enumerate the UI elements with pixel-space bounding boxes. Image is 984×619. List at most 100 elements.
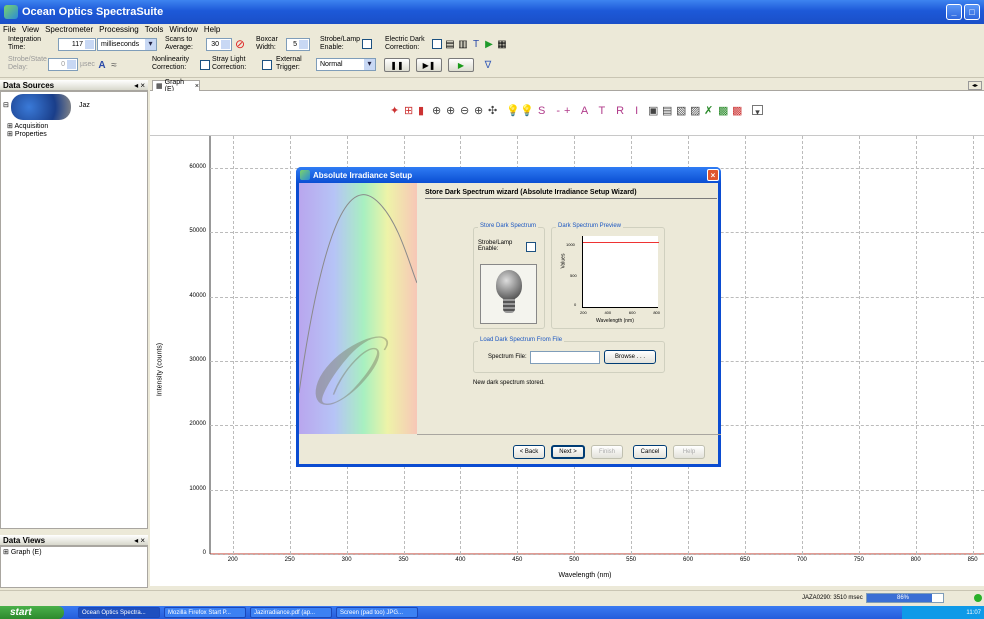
close-icon[interactable]: × [195, 83, 199, 90]
strobe-delay-spinner[interactable]: 0 [48, 58, 78, 71]
grid-icon[interactable]: ⊞ [404, 105, 413, 117]
x-grid-line [972, 136, 974, 554]
task-firefox[interactable]: Mozilla Firefox Start P... [164, 607, 246, 618]
panel-close-icon[interactable]: ◂ × [134, 536, 145, 545]
scale-icon[interactable]: ▮ [418, 105, 424, 117]
zoom-out-icon[interactable]: ⊖ [460, 105, 469, 117]
preview-x-label: Wavelength (nm) [596, 318, 634, 324]
load-dark-group: Load Dark Spectrum From File Spectrum Fi… [473, 337, 665, 373]
overlay-icon[interactable]: ▨ [690, 105, 700, 117]
lamp-icon[interactable]: 💡 [506, 105, 520, 117]
tree-item-properties[interactable]: ⊞ Properties [7, 131, 47, 139]
y-grid-line [210, 554, 984, 555]
minimize-button[interactable]: _ [946, 4, 962, 20]
dialog-strobe-checkbox[interactable] [526, 242, 536, 252]
save-spectrum-icon[interactable]: ▤ [444, 38, 456, 50]
device-label[interactable]: Jaz [79, 102, 90, 110]
store-dark-group-label: Store Dark Spectrum [478, 223, 539, 229]
spectrum-file-input[interactable] [530, 351, 600, 364]
expand-device-icon[interactable]: ⊟ [3, 102, 9, 110]
clear-icon[interactable]: ▩ [732, 105, 742, 117]
play-store-icon[interactable]: ▶ [483, 38, 495, 50]
zoom-in-icon[interactable]: ⊕ [446, 105, 455, 117]
menu-file[interactable]: File [3, 25, 16, 34]
task-pdf[interactable]: Jazirradiance.pdf (ap... [250, 607, 332, 618]
menu-spectrometer[interactable]: Spectrometer [45, 25, 93, 34]
integration-time-label: Integration Time: [8, 36, 42, 51]
menu-tools[interactable]: Tools [145, 25, 164, 34]
x-tick-label: 550 [626, 557, 637, 563]
cancel-button[interactable]: Cancel [633, 445, 667, 459]
finish-button[interactable]: Finish [591, 445, 623, 459]
task-screen[interactable]: Screen (pad too) JPG... [336, 607, 418, 618]
mode-buttons[interactable]: S -+ A T R I [538, 105, 642, 117]
strobe-delay-label: Strobe/State Delay: [8, 56, 47, 71]
menu-help[interactable]: Help [204, 25, 220, 34]
save-icon[interactable]: ▣ [648, 105, 658, 117]
tab-graph[interactable]: ▦ Graph (E) × [152, 79, 200, 93]
progress-bar: 86% [866, 593, 944, 603]
font-icon[interactable]: A [96, 59, 108, 71]
pause-button[interactable]: ❚❚ [384, 58, 410, 72]
lamp-off-icon[interactable]: 💡 [520, 105, 534, 117]
data-views-panel: ⊞ Graph (E) [0, 546, 148, 588]
maximize-button[interactable]: □ [964, 4, 980, 20]
next-button[interactable]: Next > [551, 445, 585, 459]
menu-view[interactable]: View [22, 25, 39, 34]
pan-icon[interactable]: ✣ [488, 105, 497, 117]
integration-time-spinner[interactable]: 117 [58, 38, 96, 51]
data-sources-header: Data Sources ◂ × [0, 80, 148, 91]
menu-processing[interactable]: Processing [99, 25, 139, 34]
graph-toolbar: ✦ ⊞ ▮ ⊕ ⊕ ⊖ ⊕ ✣ 💡 💡 S -+ A T R I ▣ ▤ ▧ ▨… [150, 91, 984, 136]
zoom-icon[interactable]: ⊕ [432, 105, 441, 117]
play-button[interactable]: ▶ [448, 58, 474, 72]
trigger-mode-value: Normal [320, 61, 343, 68]
external-trigger-checkbox[interactable] [262, 60, 272, 70]
preview-ytick: 0 [574, 302, 577, 307]
store-dark-button[interactable] [480, 264, 537, 324]
wizard-heading: Store Dark Spectrum wizard (Absolute Irr… [425, 189, 637, 196]
copy-icon[interactable]: ▧ [676, 105, 686, 117]
x-tick-label: 200 [227, 557, 238, 563]
graph-settings-icon[interactable]: ▩ [718, 105, 728, 117]
tree-item-acquisition[interactable]: ⊞ Acquisition [7, 123, 48, 131]
back-button[interactable]: < Back [513, 445, 545, 459]
scans-to-average-spinner[interactable]: 30 [206, 38, 232, 51]
boxcar-width-spinner[interactable]: 5 [286, 38, 310, 51]
electric-dark-checkbox[interactable] [432, 39, 442, 49]
menu-window[interactable]: Window [169, 25, 197, 34]
help-button[interactable]: Help [673, 445, 705, 459]
clock: 11:07 [966, 609, 981, 616]
trigger-mode-select[interactable]: Normal [316, 58, 376, 71]
browse-button[interactable]: Browse . . . [604, 350, 656, 364]
zoom-fit-icon[interactable]: ⊕ [474, 105, 483, 117]
task-spectrasuite[interactable]: Ocean Optics Spectra... [78, 607, 160, 618]
single-step-button[interactable]: ▶❚ [416, 58, 442, 72]
tree-item-graph[interactable]: ⊞ Graph (E) [3, 549, 42, 557]
export-icon[interactable]: ▦ [496, 38, 508, 50]
trigger-icon[interactable]: ∇ [482, 59, 494, 71]
dropdown-icon[interactable]: ▾ [752, 105, 763, 117]
view-menu-icon[interactable]: ◂▸ [968, 81, 982, 90]
x-grid-line [232, 136, 234, 554]
cursor-icon[interactable]: ✦ [390, 105, 399, 117]
start-button[interactable]: start [0, 606, 64, 619]
export-graph-icon[interactable]: ✗ [704, 105, 713, 117]
data-sources-title: Data Sources [3, 80, 55, 90]
integration-time-value: 117 [71, 41, 83, 48]
dialog-app-icon [300, 170, 310, 180]
dialog-title: Absolute Irradiance Setup [313, 170, 413, 180]
print-icon[interactable]: ▤ [662, 105, 672, 117]
stop-icon[interactable]: ⊘ [234, 37, 246, 51]
x-tick-label: 350 [398, 557, 409, 563]
x-tick-label: 300 [341, 557, 352, 563]
filter-icon[interactable]: T [470, 38, 482, 50]
integration-unit-select[interactable]: milliseconds [97, 38, 157, 51]
dialog-close-button[interactable]: × [707, 169, 719, 181]
bar-chart-icon[interactable]: ▥ [457, 38, 469, 50]
preview-xtick: 600 [628, 310, 636, 315]
strobe-lamp-checkbox[interactable] [362, 39, 372, 49]
nonlinearity-checkbox[interactable] [200, 60, 210, 70]
baseline-icon[interactable]: ≈ [108, 59, 120, 71]
panel-close-icon[interactable]: ◂ × [134, 81, 145, 90]
